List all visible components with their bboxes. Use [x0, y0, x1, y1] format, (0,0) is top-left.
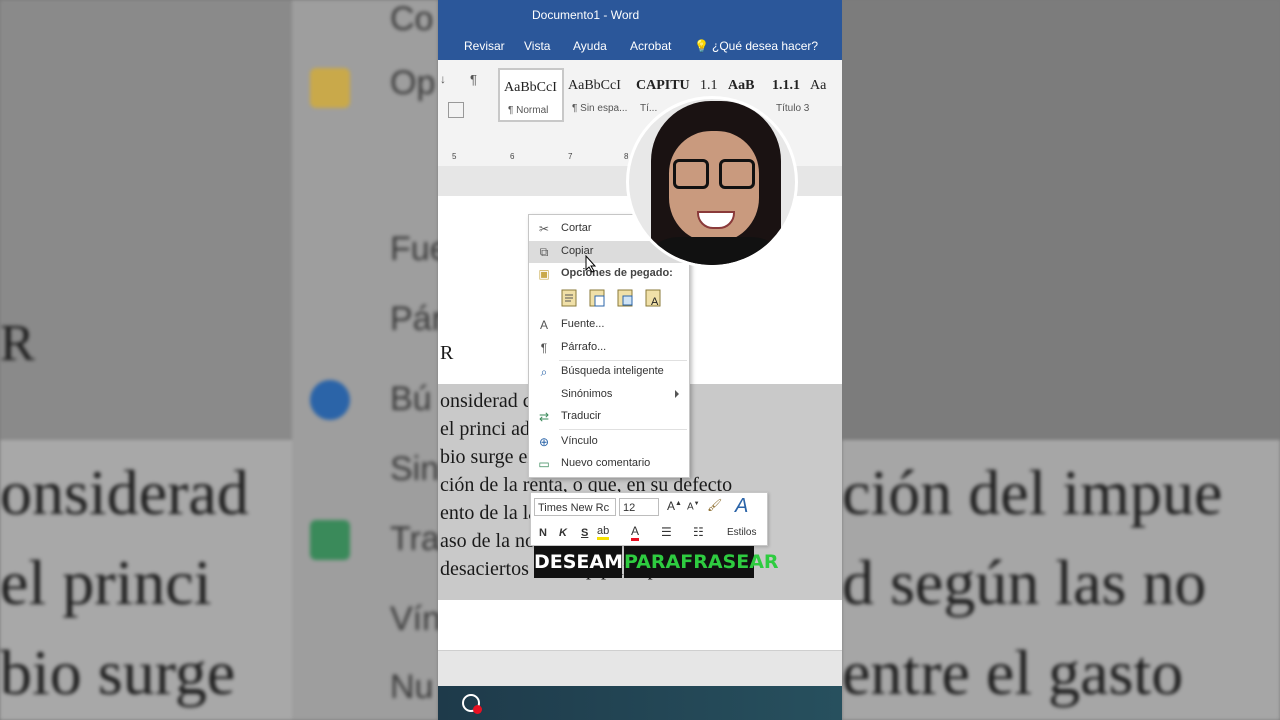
mouse-cursor-icon: [585, 255, 597, 273]
mini-toolbar: Times New Rc 12 A▲ A▼ 🖌 A N K S ab A ☰ ☷…: [530, 492, 768, 546]
clipboard-icon: ▣: [538, 267, 550, 281]
style-no-spacing[interactable]: AaBbCcI ¶ Sin espa...: [564, 68, 627, 118]
tell-me-search[interactable]: ¿Qué desea hacer?: [712, 39, 818, 53]
font-name-dropdown[interactable]: Times New Rc: [534, 498, 616, 516]
backdrop-menu-6: Sin: [390, 450, 440, 488]
menu-item-font[interactable]: A Fuente...: [529, 314, 689, 336]
status-bar: [438, 650, 842, 687]
backdrop-search-icon: [310, 380, 350, 420]
window-title: Documento1 - Word: [532, 8, 640, 22]
backdrop-menu-2: Op: [390, 64, 436, 102]
paste-keep-format-icon[interactable]: [559, 287, 579, 307]
menu-item-synonyms[interactable]: Sinónimos: [529, 384, 689, 406]
menu-ayuda[interactable]: Ayuda: [573, 39, 607, 53]
highlight-icon[interactable]: ab: [597, 525, 610, 540]
ruler-mark: 7: [568, 152, 573, 161]
styles-icon[interactable]: A: [735, 495, 748, 518]
taskbar: [438, 686, 842, 720]
backdrop-letter: R: [0, 315, 35, 372]
backdrop-menu-9: Nu: [390, 668, 434, 706]
style-normal[interactable]: AaBbCcI ¶ Normal: [498, 68, 564, 122]
ruler-mark: 5: [452, 152, 457, 161]
smart-lookup-icon: ⌕: [540, 365, 548, 379]
menu-separator: [559, 429, 687, 430]
borders-icon[interactable]: [448, 102, 464, 118]
paste-picture-icon[interactable]: [615, 287, 635, 307]
submenu-arrow-icon: [675, 390, 679, 398]
backdrop-line-1: onsiderad: [0, 457, 249, 528]
grow-font-icon[interactable]: A▲: [667, 499, 682, 513]
backdrop-left: R onsiderad el princi bio surge Co Op Fu…: [0, 0, 449, 720]
menu-item-paragraph[interactable]: ¶ Párrafo...: [529, 337, 689, 359]
font-color-icon[interactable]: A: [631, 524, 640, 541]
paste-merge-format-icon[interactable]: [587, 287, 607, 307]
backdrop-line-3: bio surge: [0, 637, 236, 708]
bullets-icon[interactable]: ☰: [661, 525, 672, 539]
title-bar: Documento1 - Word: [438, 0, 842, 30]
backdrop-menu-4: Pár: [390, 300, 443, 338]
svg-text:A: A: [651, 296, 659, 307]
glasses-icon: [673, 159, 709, 189]
paste-text-only-icon[interactable]: A: [643, 287, 663, 308]
menu-acrobat[interactable]: Acrobat: [630, 39, 671, 53]
comment-icon: ▭: [538, 457, 550, 471]
style-more[interactable]: Aa: [806, 68, 836, 118]
lightbulb-icon: 💡: [694, 39, 709, 53]
backdrop-right: ción del impue d según las no entre el g…: [842, 0, 1280, 720]
bold-button[interactable]: N: [539, 527, 547, 539]
backdrop-right-line-2: d según las no: [842, 547, 1207, 618]
paragraph-icon: ¶: [540, 341, 548, 355]
backdrop-paste-icon: [310, 68, 350, 108]
backdrop-line-2: el princi: [0, 547, 212, 618]
menu-bar: Revisar Vista Ayuda Acrobat 💡 ¿Qué desea…: [438, 30, 842, 60]
backdrop-right-line-3: entre el gasto: [842, 637, 1184, 708]
scissors-icon: ✂: [538, 222, 550, 236]
menu-item-link[interactable]: ⊕ Vínculo: [529, 431, 689, 453]
format-painter-icon[interactable]: 🖌: [707, 498, 722, 512]
menu-vista[interactable]: Vista: [524, 39, 550, 53]
shrink-font-icon[interactable]: A▼: [687, 501, 700, 512]
underline-button[interactable]: S: [581, 527, 588, 539]
backdrop-menu-8: Vín: [390, 600, 442, 638]
sort-icon[interactable]: ↓: [440, 72, 446, 86]
font-icon: A: [539, 318, 548, 332]
backdrop-right-line-1: ción del impue: [842, 457, 1223, 528]
backdrop-menu-5: Bú: [390, 380, 432, 418]
copy-icon: ⧉: [539, 245, 549, 259]
caption-word-1: DESEAMOS: [534, 546, 653, 578]
backdrop-translate-icon: [310, 520, 350, 560]
record-icon[interactable]: [462, 694, 482, 714]
caption-word-2: PARAFRASEAR: [624, 546, 779, 578]
menu-item-translate[interactable]: ⇄ Traducir: [529, 406, 689, 428]
paste-options-header: ▣ Opciones de pegado:: [538, 267, 673, 281]
translate-icon: ⇄: [538, 410, 550, 424]
pilcrow-icon[interactable]: ¶: [470, 72, 477, 87]
menu-item-smart-lookup[interactable]: ⌕ Búsqueda inteligente: [529, 361, 689, 383]
italic-button[interactable]: K: [559, 527, 567, 539]
heading-fragment: R: [440, 342, 454, 364]
backdrop-menu-7: Tra: [390, 520, 440, 558]
menu-item-new-comment[interactable]: ▭ Nuevo comentario: [529, 453, 689, 475]
font-size-dropdown[interactable]: 12: [619, 498, 659, 516]
backdrop-menu-1: Co: [390, 0, 434, 38]
styles-label[interactable]: Estilos: [727, 527, 756, 538]
link-icon: ⊕: [538, 435, 550, 449]
numbering-icon[interactable]: ☷: [693, 525, 704, 539]
ruler-mark: 6: [510, 152, 515, 161]
webcam-overlay: [626, 96, 798, 268]
menu-revisar[interactable]: Revisar: [464, 39, 505, 53]
